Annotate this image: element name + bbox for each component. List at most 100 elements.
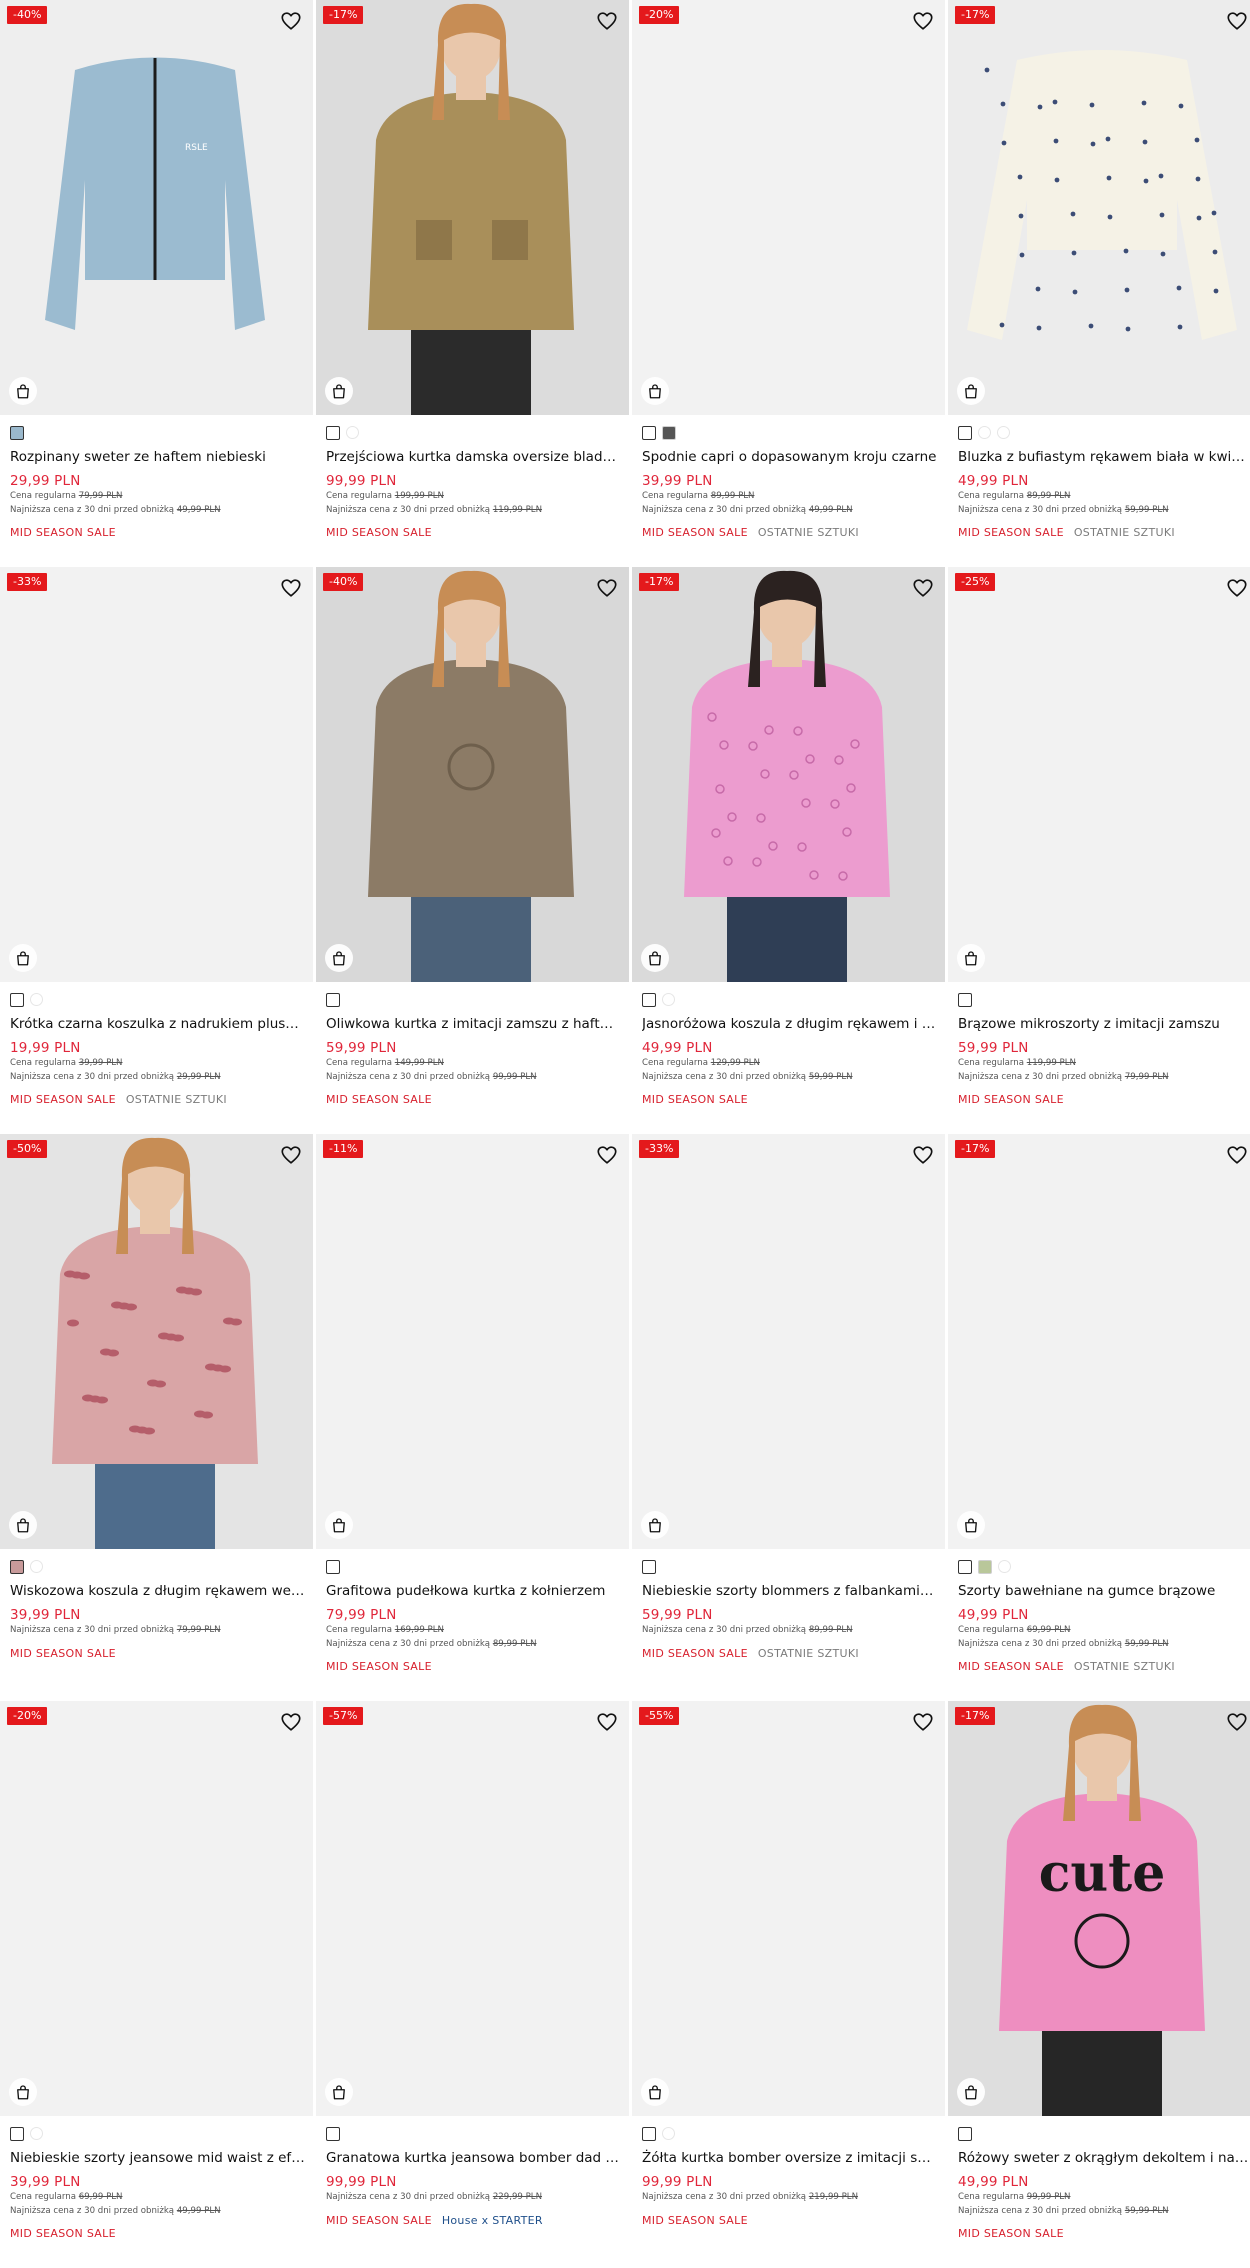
product-card[interactable]: -17% Bluzka z bufiastym rękawem biała w … xyxy=(948,0,1250,567)
product-name[interactable]: Niebieskie szorty jeansowe mid waist z e… xyxy=(10,2149,305,2167)
product-card[interactable]: -55% Żółta kurtka bomber oversize z imit… xyxy=(632,1701,945,2268)
product-card[interactable]: -33% Krótka czarna koszulka z nadrukiem … xyxy=(0,567,313,1134)
product-name[interactable]: Wiskozowa koszula z długim rękawem we wz… xyxy=(10,1582,305,1600)
color-swatch[interactable] xyxy=(998,1560,1011,1573)
color-swatch[interactable] xyxy=(326,993,340,1007)
product-image[interactable]: -17% xyxy=(948,1134,1250,1549)
heart-icon[interactable] xyxy=(912,1711,934,1733)
color-swatch[interactable] xyxy=(10,1560,24,1574)
heart-icon[interactable] xyxy=(912,1144,934,1166)
product-image[interactable]: -33% xyxy=(0,567,313,982)
heart-icon[interactable] xyxy=(596,10,618,32)
color-swatch[interactable] xyxy=(30,2127,43,2140)
product-card[interactable]: -57% Granatowa kurtka jeansowa bomber da… xyxy=(316,1701,629,2268)
product-name[interactable]: Krótka czarna koszulka z nadrukiem plusz… xyxy=(10,1015,305,1033)
product-name[interactable]: Granatowa kurtka jeansowa bomber dad fit… xyxy=(326,2149,621,2167)
shopping-bag-icon[interactable] xyxy=(641,944,669,972)
color-swatch[interactable] xyxy=(642,993,656,1007)
product-name[interactable]: Grafitowa pudełkowa kurtka z kołnierzem xyxy=(326,1582,621,1600)
color-swatch[interactable] xyxy=(326,1560,340,1574)
color-swatch[interactable] xyxy=(958,1560,972,1574)
color-swatch[interactable] xyxy=(662,993,675,1006)
product-name[interactable]: Oliwkowa kurtka z imitacji zamszu z haft… xyxy=(326,1015,621,1033)
heart-icon[interactable] xyxy=(1226,1144,1248,1166)
shopping-bag-icon[interactable] xyxy=(325,377,353,405)
shopping-bag-icon[interactable] xyxy=(957,377,985,405)
product-image[interactable]: -11% xyxy=(316,1134,629,1549)
color-swatch[interactable] xyxy=(662,2127,675,2140)
shopping-bag-icon[interactable] xyxy=(957,944,985,972)
color-swatch[interactable] xyxy=(958,2127,972,2141)
shopping-bag-icon[interactable] xyxy=(325,944,353,972)
product-name[interactable]: Różowy sweter z okrągłym dekoltem i napi… xyxy=(958,2149,1250,2167)
product-image[interactable]: -50% xyxy=(0,1134,313,1549)
product-card[interactable]: cute -17% Różowy sweter z okrągłym dekol… xyxy=(948,1701,1250,2268)
color-swatch[interactable] xyxy=(642,1560,656,1574)
product-name[interactable]: Brązowe mikroszorty z imitacji zamszu xyxy=(958,1015,1250,1033)
shopping-bag-icon[interactable] xyxy=(325,1511,353,1539)
color-swatch[interactable] xyxy=(642,2127,656,2141)
shopping-bag-icon[interactable] xyxy=(9,2078,37,2106)
heart-icon[interactable] xyxy=(1226,1711,1248,1733)
shopping-bag-icon[interactable] xyxy=(9,944,37,972)
color-swatch[interactable] xyxy=(10,993,24,1007)
color-swatch[interactable] xyxy=(346,426,359,439)
color-swatch[interactable] xyxy=(997,426,1010,439)
color-swatch[interactable] xyxy=(978,426,991,439)
product-image[interactable]: -17% xyxy=(632,567,945,982)
color-swatch[interactable] xyxy=(326,426,340,440)
product-card[interactable]: -17% Jasnoróżowa koszula z długim rękawe… xyxy=(632,567,945,1134)
product-card[interactable]: -11% Grafitowa pudełkowa kurtka z kołnie… xyxy=(316,1134,629,1701)
product-image[interactable]: cute -17% xyxy=(948,1701,1250,2116)
product-image[interactable]: RSLE -40% xyxy=(0,0,313,415)
shopping-bag-icon[interactable] xyxy=(641,1511,669,1539)
product-image[interactable]: -20% xyxy=(632,0,945,415)
color-swatch[interactable] xyxy=(30,1560,43,1573)
heart-icon[interactable] xyxy=(912,10,934,32)
product-name[interactable]: Bluzka z bufiastym rękawem biała w kwiat… xyxy=(958,448,1250,466)
product-image[interactable]: -17% xyxy=(316,0,629,415)
heart-icon[interactable] xyxy=(280,577,302,599)
color-swatch[interactable] xyxy=(30,993,43,1006)
shopping-bag-icon[interactable] xyxy=(9,377,37,405)
product-image[interactable]: -17% xyxy=(948,0,1250,415)
heart-icon[interactable] xyxy=(280,10,302,32)
color-swatch[interactable] xyxy=(10,426,24,440)
product-card[interactable]: -17% Szorty bawełniane na gumce brązowe … xyxy=(948,1134,1250,1701)
shopping-bag-icon[interactable] xyxy=(641,377,669,405)
heart-icon[interactable] xyxy=(912,577,934,599)
color-swatch[interactable] xyxy=(10,2127,24,2141)
heart-icon[interactable] xyxy=(596,1144,618,1166)
product-card[interactable]: -20% Spodnie capri o dopasowanym kroju c… xyxy=(632,0,945,567)
heart-icon[interactable] xyxy=(1226,10,1248,32)
shopping-bag-icon[interactable] xyxy=(325,2078,353,2106)
product-name[interactable]: Żółta kurtka bomber oversize z imitacji … xyxy=(642,2149,937,2167)
product-card[interactable]: -33% Niebieskie szorty blommers z falban… xyxy=(632,1134,945,1701)
product-name[interactable]: Rozpinany sweter ze haftem niebieski xyxy=(10,448,305,466)
product-name[interactable]: Jasnoróżowa koszula z długim rękawem i h… xyxy=(642,1015,937,1033)
product-card[interactable]: -50% Wiskozowa koszula z długim rękawem … xyxy=(0,1134,313,1701)
product-image[interactable]: -40% xyxy=(316,567,629,982)
product-name[interactable]: Niebieskie szorty blommers z falbankami … xyxy=(642,1582,937,1600)
product-image[interactable]: -55% xyxy=(632,1701,945,2116)
product-card[interactable]: -20% Niebieskie szorty jeansowe mid wais… xyxy=(0,1701,313,2268)
heart-icon[interactable] xyxy=(596,1711,618,1733)
product-image[interactable]: -33% xyxy=(632,1134,945,1549)
product-image[interactable]: -20% xyxy=(0,1701,313,2116)
shopping-bag-icon[interactable] xyxy=(957,1511,985,1539)
product-name[interactable]: Przejściowa kurtka damska oversize blado… xyxy=(326,448,621,466)
product-image[interactable]: -25% xyxy=(948,567,1250,982)
product-name[interactable]: Szorty bawełniane na gumce brązowe xyxy=(958,1582,1250,1600)
product-card[interactable]: RSLE -40% Rozpinany sweter ze haftem nie… xyxy=(0,0,313,567)
heart-icon[interactable] xyxy=(280,1711,302,1733)
shopping-bag-icon[interactable] xyxy=(9,1511,37,1539)
shopping-bag-icon[interactable] xyxy=(641,2078,669,2106)
color-swatch[interactable] xyxy=(958,993,972,1007)
heart-icon[interactable] xyxy=(596,577,618,599)
color-swatch[interactable] xyxy=(642,426,656,440)
color-swatch[interactable] xyxy=(978,1560,992,1574)
color-swatch[interactable] xyxy=(958,426,972,440)
color-swatch[interactable] xyxy=(662,426,676,440)
product-image[interactable]: -57% xyxy=(316,1701,629,2116)
heart-icon[interactable] xyxy=(280,1144,302,1166)
